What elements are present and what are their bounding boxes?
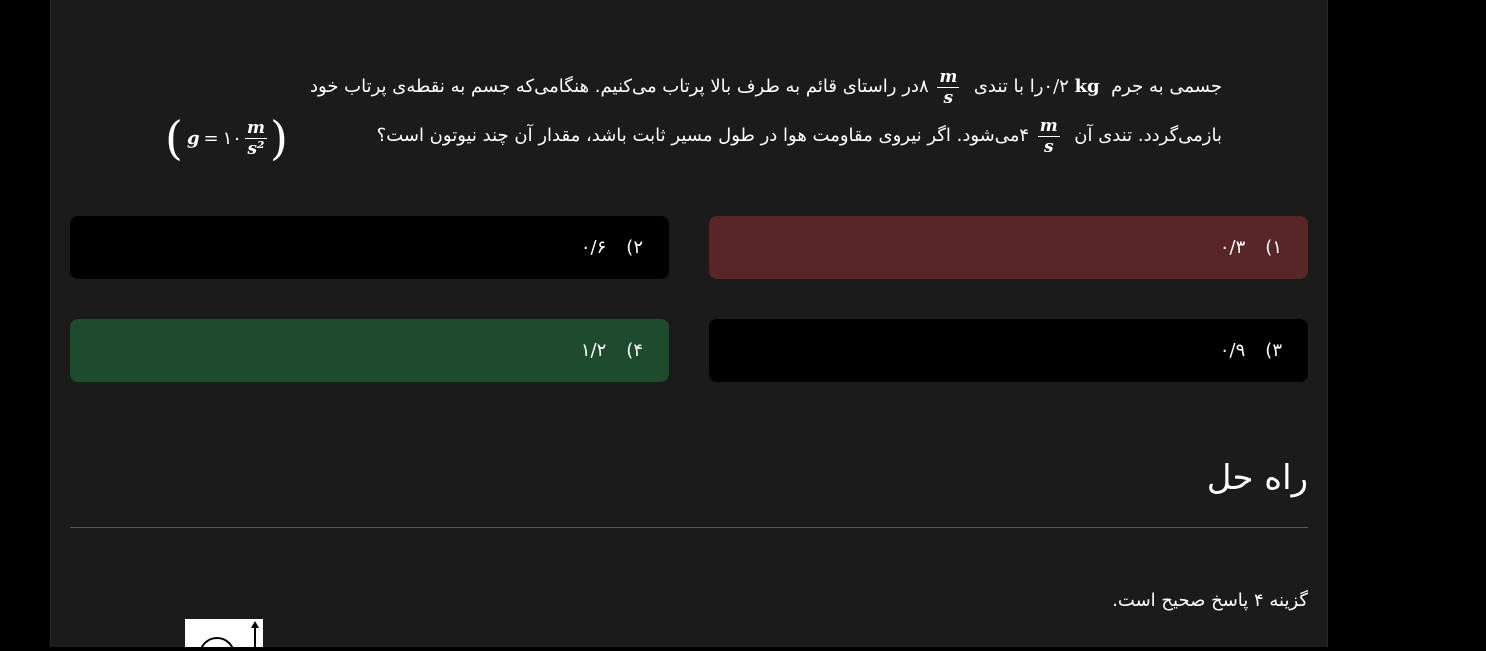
question-line-1: جسمی به جرم ۰/۲ kg را با تندی ۸ m s در ر… bbox=[160, 62, 1222, 111]
unit-numerator: m bbox=[937, 66, 960, 88]
option-1-label: ۱) bbox=[1265, 237, 1282, 258]
g-symbol: g bbox=[186, 127, 200, 149]
gravity-expression: ( g = ۱۰ m s² ) bbox=[165, 108, 288, 168]
speed-unit-fraction: m s bbox=[937, 66, 960, 108]
option-4-label: ۴) bbox=[626, 340, 643, 361]
speed-unit-fraction-2: m s bbox=[1037, 115, 1060, 157]
question-text-4: بازمی‌گردد. تندی آن bbox=[1074, 125, 1222, 146]
g-value: ۱۰ bbox=[222, 127, 242, 149]
option-1[interactable]: ۱) ۰/۳ bbox=[709, 216, 1308, 279]
option-4[interactable]: ۴) ۱/۲ bbox=[70, 319, 669, 382]
g-unit-numerator: m bbox=[244, 117, 267, 139]
option-2-value: ۰/۶ bbox=[580, 237, 607, 258]
final-speed-value: ۴ bbox=[1019, 125, 1030, 146]
option-2[interactable]: ۲) ۰/۶ bbox=[70, 216, 669, 279]
mass-expression: ۰/۲ kg bbox=[1043, 76, 1105, 97]
right-paren: ) bbox=[269, 111, 288, 165]
g-unit-fraction: m s² bbox=[244, 117, 267, 159]
option-4-value: ۱/۲ bbox=[580, 340, 607, 361]
left-paren: ( bbox=[165, 111, 183, 165]
question-text-2: را با تندی bbox=[973, 76, 1044, 97]
option-1-value: ۰/۳ bbox=[1219, 237, 1246, 258]
question-text-1: جسمی به جرم bbox=[1111, 76, 1222, 97]
option-3-value: ۰/۹ bbox=[1219, 340, 1246, 361]
unit-denominator: s bbox=[943, 87, 954, 108]
solution-figure bbox=[185, 619, 263, 651]
question-text-3: در راستای قائم به طرف بالا پرتاب می‌کنیم… bbox=[310, 76, 919, 97]
option-3-label: ۳) bbox=[1265, 340, 1282, 361]
initial-speed-value: ۸ bbox=[918, 76, 929, 97]
initial-speed-expression: ۸ m s bbox=[918, 67, 968, 108]
question-text: جسمی به جرم ۰/۲ kg را با تندی ۸ m s در ر… bbox=[160, 62, 1222, 160]
question-line-2: بازمی‌گردد. تندی آن ۴ m s می‌شود. اگر نی… bbox=[160, 111, 1222, 160]
free-body-diagram-icon bbox=[199, 621, 259, 651]
mass-unit: kg bbox=[1074, 76, 1100, 97]
divider bbox=[70, 527, 1308, 528]
g-unit-denominator: s² bbox=[247, 138, 265, 159]
unit-denominator-2: s bbox=[1044, 136, 1054, 157]
unit-numerator-2: m bbox=[1037, 115, 1060, 137]
option-2-label: ۲) bbox=[626, 237, 643, 258]
answer-text: گزینه ۴ پاسخ صحیح است. bbox=[1112, 590, 1308, 611]
option-3[interactable]: ۳) ۰/۹ bbox=[709, 319, 1308, 382]
question-text-5: می‌شود. اگر نیروی مقاومت هوا در طول مسیر… bbox=[376, 125, 1020, 146]
final-speed-expression: ۴ m s bbox=[1019, 116, 1068, 157]
solution-title: راه حل bbox=[1206, 458, 1308, 498]
g-equals: = bbox=[203, 127, 219, 149]
mass-value: ۰/۲ bbox=[1043, 76, 1069, 97]
